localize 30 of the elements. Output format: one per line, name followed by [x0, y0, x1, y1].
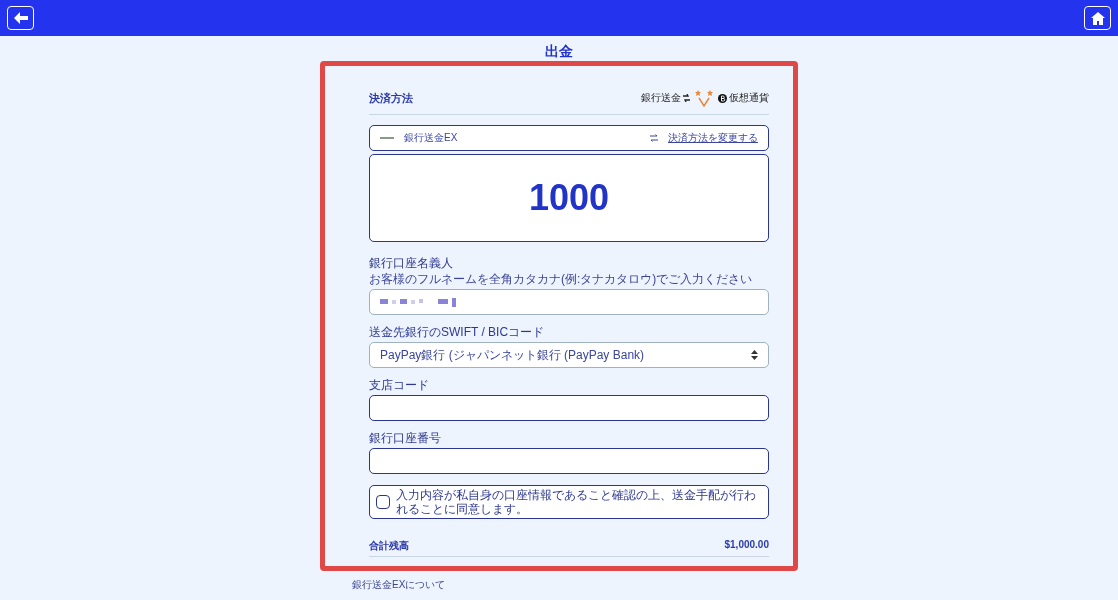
change-method-link[interactable]: 決済方法を変更する [668, 131, 758, 145]
input-field[interactable] [369, 289, 769, 315]
field-label: 銀行口座名義人 [369, 256, 454, 270]
logo-text: 仮想通貨 [729, 91, 769, 105]
amount-display: 1000 [369, 154, 769, 242]
exchange-icon [650, 134, 658, 142]
section-heading: 決済方法 [369, 90, 413, 106]
method-name: 銀行送金EX [404, 131, 458, 145]
coin-icon [718, 93, 727, 103]
bank-select[interactable]: PayPay銀行 (ジャパンネット銀行 (PayPay Bank) [369, 342, 769, 368]
total-label: 合計残高 [369, 539, 409, 553]
arrow-left-icon [13, 12, 28, 24]
agreement-text: 入力内容が私自身の口座情報であること確認の上、送金手配が行われることに同意します。 [396, 488, 757, 516]
page-title: 出金 [545, 43, 573, 59]
home-button[interactable] [1084, 6, 1111, 30]
sort-caret-icon [751, 350, 758, 360]
stars-logo-icon [694, 89, 714, 107]
home-icon [1090, 11, 1105, 25]
field-label: 銀行口座番号 [369, 431, 442, 445]
field-label: 送金先銀行のSWIFT / BICコード [369, 325, 546, 339]
input-field[interactable] [369, 448, 769, 474]
exchange-icon [683, 94, 690, 102]
field-label: 支店コード [369, 378, 430, 392]
section-heading: 銀行送金EXについて [352, 579, 447, 591]
agree-checkbox[interactable] [376, 495, 390, 509]
total-value: $1,000.00 [724, 539, 769, 552]
field-hint: お客様のフルネームを全角カタカナ(例:タナカタロウ)でご入力ください [369, 272, 754, 286]
input-field[interactable] [369, 395, 769, 421]
back-button[interactable] [7, 6, 34, 30]
logo-text: 銀行送金 [641, 91, 681, 105]
